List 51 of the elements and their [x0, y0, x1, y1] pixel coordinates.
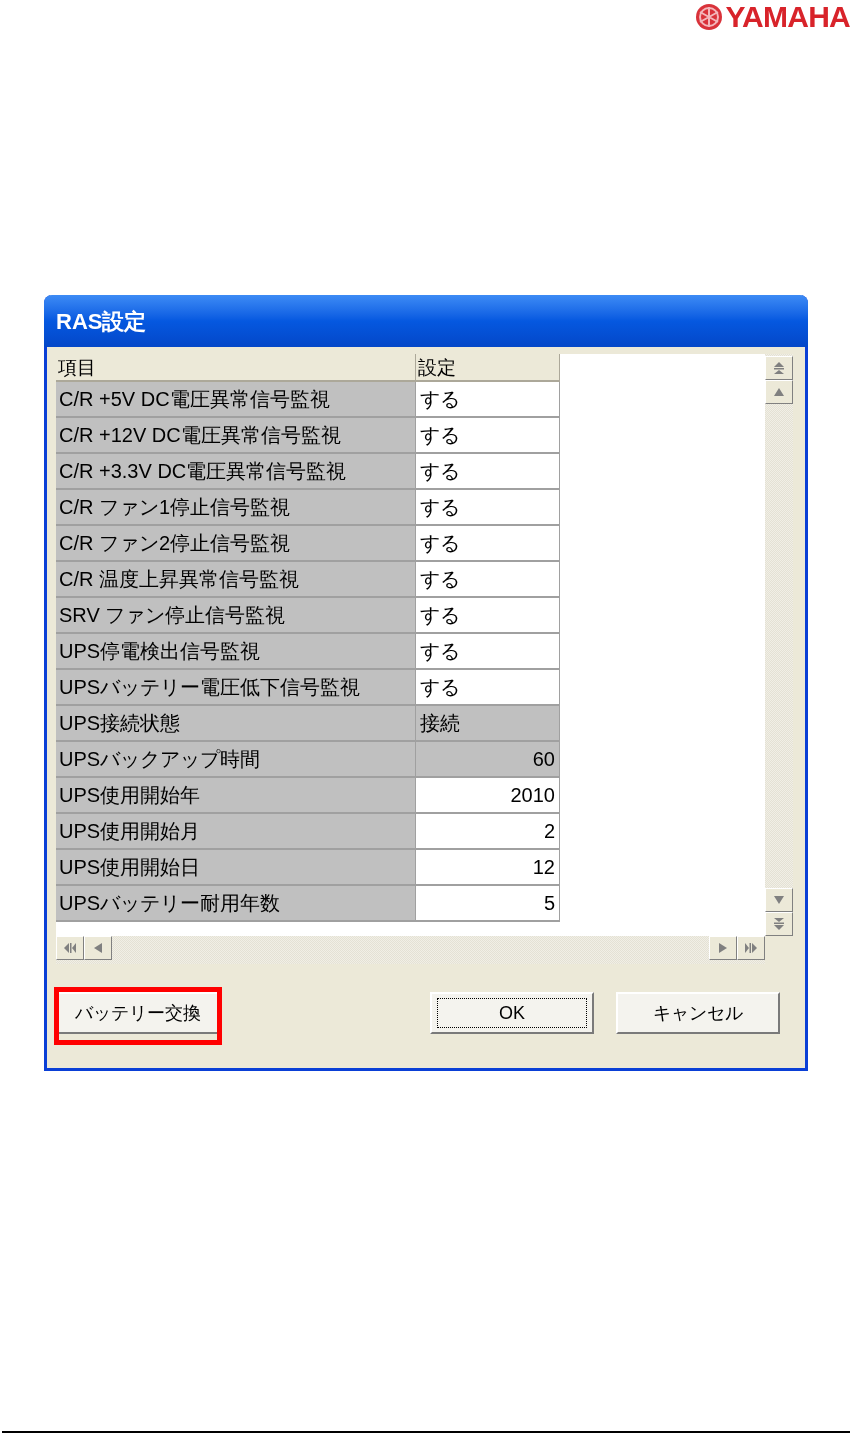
window-title: RAS設定: [56, 307, 147, 336]
table-cell[interactable]: する: [416, 634, 560, 670]
table-cell: 接続: [416, 706, 560, 742]
scroll-first-button[interactable]: [56, 936, 84, 960]
double-right-arrow-icon: [744, 941, 758, 955]
table-cell: UPS使用開始月: [56, 814, 416, 850]
double-down-arrow-icon: [772, 917, 786, 931]
column-header: 項目: [56, 354, 416, 382]
table-cell: UPS使用開始年: [56, 778, 416, 814]
scroll-down-button[interactable]: [765, 888, 793, 912]
table-cell: UPSバックアップ時間: [56, 742, 416, 778]
table-cell: SRV ファン停止信号監視: [56, 598, 416, 634]
column-header: 設定: [416, 354, 560, 382]
table-cell[interactable]: する: [416, 418, 560, 454]
logo-text: YAMAHA: [725, 2, 850, 32]
table-cell[interactable]: する: [416, 454, 560, 490]
table-cell[interactable]: する: [416, 598, 560, 634]
scroll-bottom-button[interactable]: [765, 912, 793, 936]
table-cell[interactable]: する: [416, 670, 560, 706]
double-left-arrow-icon: [63, 941, 77, 955]
table-cell: UPS停電検出信号監視: [56, 634, 416, 670]
vertical-scrollbar[interactable]: [765, 354, 793, 936]
table-cell[interactable]: 12: [416, 850, 560, 886]
table-cell: UPSバッテリー電圧低下信号監視: [56, 670, 416, 706]
scroll-up-button[interactable]: [765, 380, 793, 404]
double-up-arrow-icon: [772, 361, 786, 375]
table-cell[interactable]: 2: [416, 814, 560, 850]
table-cell[interactable]: 2010: [416, 778, 560, 814]
table-cell: C/R 温度上昇異常信号監視: [56, 562, 416, 598]
dialog-button[interactable]: バッテリー交換: [56, 992, 220, 1034]
dialog-button[interactable]: キャンセル: [616, 992, 780, 1034]
table-cell[interactable]: 5: [416, 886, 560, 922]
table-cell: UPS接続状態: [56, 706, 416, 742]
table-cell[interactable]: する: [416, 382, 560, 418]
table-cell[interactable]: する: [416, 562, 560, 598]
dialog-button[interactable]: OK: [430, 992, 594, 1034]
scroll-last-button[interactable]: [737, 936, 765, 960]
table-cell: C/R ファン1停止信号監視: [56, 490, 416, 526]
scroll-top-button[interactable]: [765, 356, 793, 380]
table-cell[interactable]: する: [416, 526, 560, 562]
table-cell: UPS使用開始日: [56, 850, 416, 886]
horizontal-scrollbar[interactable]: [56, 936, 765, 964]
table-cell: C/R +12V DC電圧異常信号監視: [56, 418, 416, 454]
table-cell: C/R +3.3V DC電圧異常信号監視: [56, 454, 416, 490]
table-cell[interactable]: する: [416, 490, 560, 526]
table-cell: UPSバッテリー耐用年数: [56, 886, 416, 922]
scroll-right-button[interactable]: [709, 936, 737, 960]
table-cell: C/R +5V DC電圧異常信号監視: [56, 382, 416, 418]
table-cell: 60: [416, 742, 560, 778]
table-cell: C/R ファン2停止信号監視: [56, 526, 416, 562]
scroll-left-button[interactable]: [84, 936, 112, 960]
